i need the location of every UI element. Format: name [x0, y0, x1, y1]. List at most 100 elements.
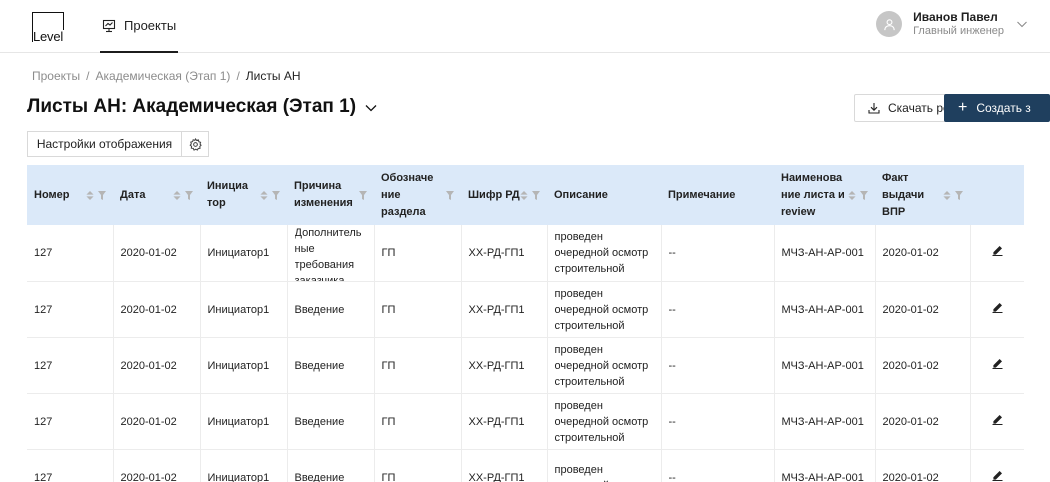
nav-tab-projects[interactable]: Проекты: [100, 0, 179, 53]
cell-initiator: Инициатор1: [200, 449, 288, 482]
edit-button[interactable]: [970, 281, 1024, 338]
create-button[interactable]: + Создать з: [944, 94, 1050, 122]
edit-button[interactable]: [970, 225, 1024, 282]
sort-icon[interactable]: [520, 190, 528, 200]
cell-note: --: [661, 281, 775, 338]
cell-issue-date: 2020-01-02: [875, 337, 971, 394]
pencil-icon: [992, 470, 1003, 481]
filter-icon[interactable]: [185, 190, 193, 200]
cell-description: проведен очередной осмотр строительной: [547, 337, 662, 394]
edit-button[interactable]: [970, 393, 1024, 450]
filter-icon[interactable]: [359, 190, 367, 200]
filter-icon[interactable]: [955, 190, 963, 200]
cell-reason: Введение: [287, 393, 375, 450]
edit-button[interactable]: [970, 337, 1024, 394]
filter-icon[interactable]: [272, 190, 280, 200]
cell-note: --: [661, 393, 775, 450]
cell-code: ХХ-РД-ГП1: [461, 225, 548, 282]
cell-reason: Дополнитель ные требования заказчика: [287, 225, 375, 282]
download-icon: [868, 103, 880, 114]
sort-icon[interactable]: [943, 190, 951, 200]
sort-icon[interactable]: [86, 190, 94, 200]
filter-icon[interactable]: [446, 190, 454, 200]
column-header-initiator[interactable]: Инициа тор: [200, 165, 287, 225]
table-row[interactable]: 127 2020-01-02 Инициатор1 Введение ГП ХХ…: [27, 449, 1024, 482]
cell-sheet-name: МЧЗ-АН-АР-001: [774, 449, 876, 482]
breadcrumb-item-project[interactable]: Академическая (Этап 1): [96, 69, 231, 83]
column-header-section[interactable]: Обозначе ние раздела: [374, 165, 461, 225]
cell-initiator: Инициатор1: [200, 337, 288, 394]
table-header-row: Номер Дата Инициа тор Причина изменения …: [27, 165, 1024, 225]
page-title: Листы АН: Академическая (Этап 1): [27, 96, 357, 117]
user-name: Иванов Павел: [913, 10, 998, 24]
column-header-note[interactable]: Примечание: [661, 165, 774, 225]
pencil-icon: [992, 358, 1003, 369]
cell-number: 127: [27, 449, 114, 482]
filter-icon[interactable]: [532, 190, 540, 200]
edit-button[interactable]: [970, 449, 1024, 482]
breadcrumb: Проекты / Академическая (Этап 1) / Листы АН: [32, 69, 300, 83]
column-header-number[interactable]: Номер: [27, 165, 113, 225]
cell-sheet-name: МЧЗ-АН-АР-001: [774, 225, 876, 282]
cell-section: ГП: [374, 281, 462, 338]
filter-icon[interactable]: [860, 190, 868, 200]
download-button-label: Скачать ре: [888, 101, 950, 115]
user-menu[interactable]: Иванов Павел Главный инженер: [876, 10, 1028, 38]
cell-number: 127: [27, 225, 114, 282]
filter-icon[interactable]: [98, 190, 106, 200]
cell-date: 2020-01-02: [113, 225, 201, 282]
cell-initiator: Инициатор1: [200, 225, 288, 282]
breadcrumb-separator: /: [236, 69, 240, 83]
cell-sheet-name: МЧЗ-АН-АР-001: [774, 281, 876, 338]
cell-reason: Введение: [287, 449, 375, 482]
cell-code: ХХ-РД-ГП1: [461, 281, 548, 338]
breadcrumb-item-projects[interactable]: Проекты: [32, 69, 80, 83]
logo-text: Level: [33, 29, 65, 44]
gear-button[interactable]: [181, 131, 209, 157]
sort-icon[interactable]: [848, 190, 856, 200]
cell-description: проведен очередной осмотр строительной: [547, 225, 662, 282]
pencil-icon: [992, 414, 1003, 425]
create-button-label: Создать з: [976, 101, 1031, 115]
user-role: Главный инженер: [913, 25, 1004, 37]
table-row[interactable]: 127 2020-01-02 Инициатор1 Введение ГП ХХ…: [27, 281, 1024, 338]
cell-issue-date: 2020-01-02: [875, 225, 971, 282]
column-header-reason[interactable]: Причина изменения: [287, 165, 374, 225]
table-row[interactable]: 127 2020-01-02 Инициатор1 Дополнитель ны…: [27, 225, 1024, 282]
cell-reason: Введение: [287, 281, 375, 338]
cell-note: --: [661, 225, 775, 282]
table-row[interactable]: 127 2020-01-02 Инициатор1 Введение ГП ХХ…: [27, 337, 1024, 394]
column-header-sheet-name[interactable]: Наименова ние листа и review: [774, 165, 875, 225]
cell-sheet-name: МЧЗ-АН-АР-001: [774, 393, 876, 450]
chevron-down-icon[interactable]: [1016, 18, 1028, 30]
page-title-dropdown[interactable]: Листы АН: Академическая (Этап 1): [27, 96, 378, 118]
cell-note: --: [661, 337, 775, 394]
presentation-icon: [102, 19, 116, 32]
column-header-date[interactable]: Дата: [113, 165, 200, 225]
level-logo[interactable]: Level: [32, 12, 65, 44]
cell-date: 2020-01-02: [113, 449, 201, 482]
cell-date: 2020-01-02: [113, 393, 201, 450]
cell-issue-date: 2020-01-02: [875, 449, 971, 482]
cell-initiator: Инициатор1: [200, 393, 288, 450]
chevron-down-icon: [365, 105, 377, 112]
cell-section: ГП: [374, 337, 462, 394]
column-header-actions: [970, 165, 1024, 225]
column-header-code[interactable]: Шифр РД: [461, 165, 547, 225]
cell-reason-text: Дополнитель ные требования заказчика: [294, 227, 362, 281]
pencil-icon: [992, 246, 1003, 256]
column-header-description[interactable]: Описание: [547, 165, 661, 225]
cell-date: 2020-01-02: [113, 281, 201, 338]
display-settings-button[interactable]: Настройки отображения: [27, 131, 182, 157]
cell-note: --: [661, 449, 775, 482]
cell-description: проведен очередной осмотр: [547, 449, 662, 482]
cell-initiator: Инициатор1: [200, 281, 288, 338]
sort-icon[interactable]: [173, 190, 181, 200]
sheets-table: Номер Дата Инициа тор Причина изменения …: [27, 165, 1024, 482]
nav-tab-label: Проекты: [124, 18, 177, 33]
avatar[interactable]: [876, 11, 903, 37]
table-row[interactable]: 127 2020-01-02 Инициатор1 Введение ГП ХХ…: [27, 393, 1024, 450]
column-header-issue-date[interactable]: Факт выдачи ВПР: [875, 165, 970, 225]
sort-icon[interactable]: [260, 190, 268, 200]
cell-issue-date: 2020-01-02: [875, 393, 971, 450]
